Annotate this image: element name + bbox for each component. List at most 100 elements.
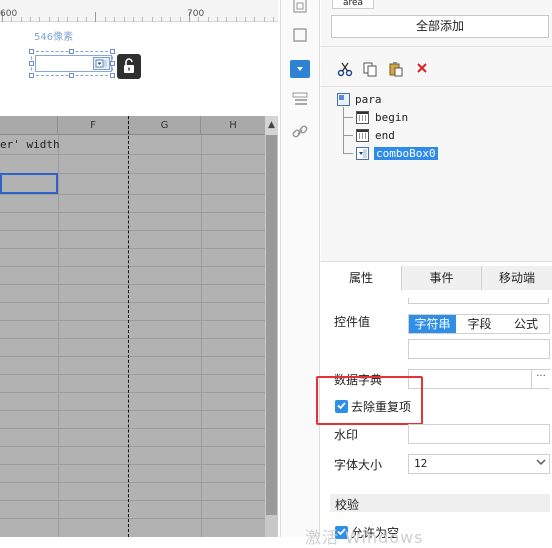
watermark-label: 水印 <box>334 428 359 442</box>
ruler-tick <box>67 17 68 22</box>
resize-handle-sw[interactable] <box>29 73 34 78</box>
grid-row-line <box>0 230 265 231</box>
font-size-select[interactable] <box>408 454 550 474</box>
selected-cell[interactable] <box>0 173 58 194</box>
watermark-input[interactable] <box>408 424 550 444</box>
combobox-node-icon <box>356 147 369 160</box>
grid-row-line <box>0 266 265 267</box>
resize-handle-nw[interactable] <box>29 49 34 54</box>
segment-formula[interactable]: 公式 <box>503 315 549 333</box>
column-header-g[interactable]: G <box>129 116 201 135</box>
ruler-label-600: 600 <box>0 9 18 19</box>
combobox-widget-icon[interactable] <box>290 60 310 78</box>
tree-connector <box>343 117 353 118</box>
grid-row-line <box>0 410 265 411</box>
resize-handle-w[interactable] <box>29 61 34 66</box>
ruler-tick <box>133 17 134 22</box>
calendar-icon <box>356 129 369 142</box>
grid-row-line <box>0 356 265 357</box>
tree-node-combobox0[interactable]: comboBox0 <box>374 146 438 162</box>
ruler-tick <box>142 17 143 22</box>
ruler-tick <box>254 17 255 22</box>
ruler-tick <box>30 17 31 22</box>
grid-row-line <box>0 518 265 519</box>
combobox-dropdown-icon <box>93 57 110 70</box>
cell-text[interactable]: er' width <box>0 138 60 151</box>
scroll-up-icon[interactable]: ▲ <box>265 116 278 135</box>
frame-icon[interactable] <box>289 27 311 49</box>
link-icon[interactable] <box>289 123 311 145</box>
resize-handle-ne[interactable] <box>110 49 115 54</box>
delete-icon[interactable] <box>413 61 431 79</box>
resize-handle-e[interactable] <box>110 61 115 66</box>
control-value-input[interactable] <box>408 339 550 359</box>
grid-row-line <box>0 374 265 375</box>
grid-row-line <box>0 284 265 285</box>
ruler-tick <box>105 17 106 22</box>
grid-row-line <box>0 212 265 213</box>
font-size-label: 字体大小 <box>334 458 383 472</box>
ruler-tick <box>77 17 78 22</box>
resize-handle-se[interactable] <box>110 73 115 78</box>
property-list-top <box>408 298 549 304</box>
list-icon[interactable] <box>289 91 311 113</box>
ruler-tick <box>226 17 227 22</box>
para-node-icon <box>337 93 350 106</box>
ruler-tick <box>58 17 59 22</box>
add-all-button[interactable]: 全部添加 <box>331 15 549 38</box>
segment-string[interactable]: 字符串 <box>409 315 456 333</box>
column-header-f[interactable]: F <box>58 116 129 135</box>
grid-row-line <box>0 464 265 465</box>
tab-events[interactable]: 事件 <box>402 266 482 290</box>
area-tag: area <box>332 0 374 9</box>
ruler-tick <box>236 17 237 22</box>
grid-row-line <box>0 302 265 303</box>
divider <box>321 46 552 47</box>
data-dict-button[interactable]: ··· <box>531 370 550 388</box>
grid-row-line <box>0 446 265 447</box>
grid-row-line <box>0 154 265 155</box>
ruler-tick <box>180 17 181 22</box>
paste-icon[interactable] <box>387 61 405 79</box>
ruler-tick <box>21 17 22 22</box>
ruler-tick <box>86 17 87 22</box>
resize-handle-n[interactable] <box>69 49 74 54</box>
ruler-tick <box>273 17 274 22</box>
tree-node-combobox0-label: comboBox0 <box>374 147 438 160</box>
widget-icon-strip <box>280 0 320 537</box>
activation-watermark: 激活 Windows <box>305 528 424 547</box>
ruler-tick <box>124 17 125 22</box>
resize-handle-s[interactable] <box>69 73 74 78</box>
validation-section-header[interactable] <box>330 494 550 512</box>
ruler-tick <box>170 17 171 22</box>
ruler-tick <box>114 17 115 22</box>
tree-node-end[interactable]: end <box>375 128 395 144</box>
width-indicator: 546像素 <box>34 32 74 43</box>
tree-connector <box>343 135 353 136</box>
cut-icon[interactable] <box>336 61 354 79</box>
unlock-icon[interactable] <box>117 54 141 79</box>
scrollbar-thumb[interactable] <box>266 135 277 515</box>
tree-connector <box>343 153 353 154</box>
segment-field[interactable]: 字段 <box>456 315 503 333</box>
grid-row-line <box>0 500 265 501</box>
ruler-tick <box>49 17 50 22</box>
highlight-annotation <box>316 376 423 425</box>
copy-icon[interactable] <box>361 61 379 79</box>
column-header-h[interactable]: H <box>201 116 265 135</box>
grid-row-line <box>0 428 265 429</box>
tree-node-begin[interactable]: begin <box>375 110 408 126</box>
ruler-label-700: 700 <box>187 9 205 19</box>
chevron-down-icon[interactable] <box>531 454 550 474</box>
validation-label: 校验 <box>335 498 360 512</box>
tree-node-para[interactable]: para <box>355 92 382 108</box>
ruler-tick <box>245 17 246 22</box>
tab-properties[interactable]: 属性 <box>321 266 402 290</box>
layout-icon[interactable] <box>289 0 311 18</box>
ruler-tick <box>161 17 162 22</box>
tab-mobile[interactable]: 移动端 <box>482 266 552 290</box>
column-header-e[interactable] <box>0 116 58 135</box>
grid-row-line <box>0 338 265 339</box>
ruler-tick <box>264 17 265 22</box>
data-dict-input[interactable] <box>408 369 550 389</box>
